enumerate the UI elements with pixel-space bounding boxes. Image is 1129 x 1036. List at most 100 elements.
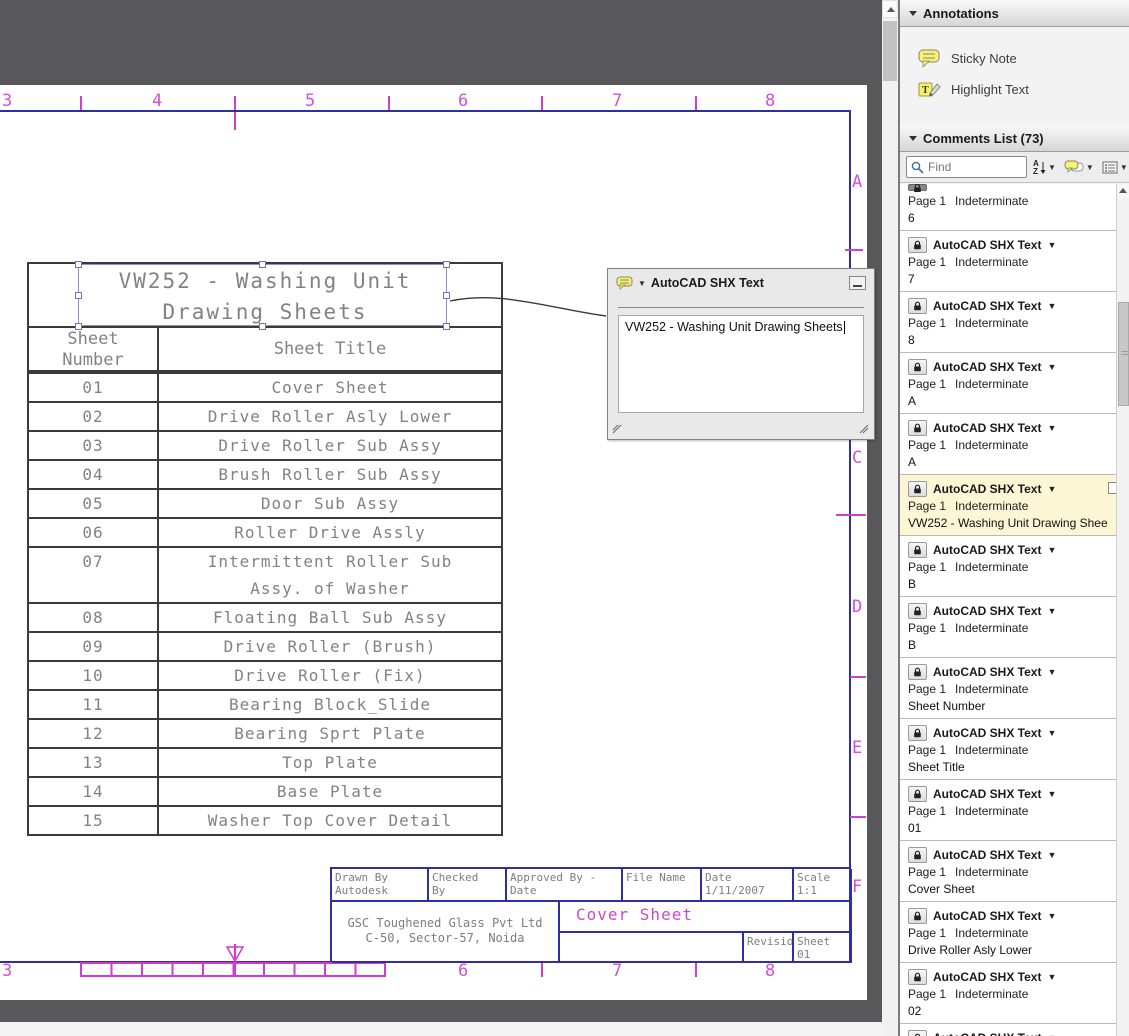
selection-handle[interactable] [443, 292, 450, 299]
comment-value[interactable]: A [908, 455, 1107, 470]
comment-item[interactable]: AutoCAD SHX Text ▼ Page 1Indeterminate C… [900, 841, 1129, 902]
comment-item[interactable]: AutoCAD SHX Text ▼ Page 1Indeterminate 7 [900, 231, 1129, 292]
scroll-up-button[interactable] [1117, 184, 1129, 198]
filter-comments-button[interactable]: ▼ [1062, 158, 1096, 176]
find-box[interactable] [906, 156, 1027, 178]
comment-title[interactable]: AutoCAD SHX Text [933, 787, 1041, 801]
sort-comments-button[interactable]: A Z ▼ [1031, 157, 1058, 177]
selection-handle[interactable] [259, 323, 266, 330]
selection-handle[interactable] [75, 323, 82, 330]
popup-header[interactable]: ▼ AutoCAD SHX Text [608, 269, 874, 297]
lock-icon[interactable] [908, 664, 927, 680]
comment-title[interactable]: AutoCAD SHX Text [933, 848, 1041, 862]
comment-item[interactable]: AutoCAD SHX Text ▼ Page 1Indeterminate V… [900, 475, 1129, 536]
comment-item[interactable]: AutoCAD SHX Text ▼ Page 1Indeterminate S… [900, 658, 1129, 719]
lock-icon[interactable] [908, 359, 927, 375]
scrollbar-thumb[interactable] [1118, 302, 1129, 406]
selection-handle[interactable] [443, 261, 450, 268]
chevron-down-icon[interactable]: ▼ [1047, 1033, 1056, 1036]
selection-handle[interactable] [75, 261, 82, 268]
annotation-popup[interactable]: ▼ AutoCAD SHX Text VW252 - Washing Unit … [607, 268, 875, 440]
comment-value[interactable]: 7 [908, 272, 1107, 287]
annotations-panel-header[interactable]: Annotations [900, 0, 1129, 27]
comment-value[interactable]: Cover Sheet [908, 882, 1107, 897]
comment-item[interactable]: AutoCAD SHX Text ▼ Page 1Indeterminate D… [900, 1024, 1129, 1036]
selection-handle[interactable] [75, 292, 82, 299]
comment-item[interactable]: AutoCAD SHX Text ▼ Page 1Indeterminate S… [900, 719, 1129, 780]
resize-grip[interactable] [612, 423, 623, 434]
comment-item[interactable]: AutoCAD SHX Text ▼ Page 1Indeterminate D… [900, 902, 1129, 963]
comment-value[interactable]: Sheet Number [908, 699, 1107, 714]
horizontal-scrollbar-track[interactable] [0, 1022, 882, 1036]
comment-item[interactable]: AutoCAD SHX Text ▼ Page 1Indeterminate B [900, 536, 1129, 597]
comment-title[interactable]: AutoCAD SHX Text [933, 909, 1041, 923]
scroll-up-button[interactable] [882, 0, 898, 18]
comment-item[interactable]: AutoCAD SHX Text ▼ Page 1Indeterminate 8 [900, 292, 1129, 353]
comment-value[interactable]: 6 [908, 211, 1107, 226]
chevron-down-icon[interactable]: ▼ [1047, 667, 1056, 677]
comment-value[interactable]: 02 [908, 1004, 1107, 1019]
chevron-down-icon[interactable]: ▼ [1047, 362, 1056, 372]
comment-title[interactable]: AutoCAD SHX Text [933, 360, 1041, 374]
chevron-down-icon[interactable]: ▼ [1047, 789, 1056, 799]
comment-value[interactable]: B [908, 638, 1107, 653]
chevron-down-icon[interactable]: ▼ [1047, 728, 1056, 738]
comment-item[interactable]: AutoCAD SHX Text ▼ Page 1Indeterminate A [900, 414, 1129, 475]
comment-value[interactable]: A [908, 394, 1107, 409]
lock-icon[interactable] [908, 969, 927, 985]
comment-item[interactable]: AutoCAD SHX Text ▼ Page 1Indeterminate B [900, 597, 1129, 658]
comment-item[interactable]: AutoCAD SHX Text ▼ Page 1Indeterminate A [900, 353, 1129, 414]
chevron-down-icon[interactable]: ▼ [1047, 240, 1056, 250]
lock-icon[interactable] [908, 725, 927, 741]
comment-title[interactable]: AutoCAD SHX Text [933, 604, 1041, 618]
lock-icon[interactable] [908, 786, 927, 802]
comment-title[interactable]: AutoCAD SHX Text [933, 299, 1041, 313]
lock-icon[interactable] [908, 184, 927, 191]
comment-title[interactable]: AutoCAD SHX Text [933, 1031, 1041, 1036]
lock-icon[interactable] [908, 847, 927, 863]
scrollbar-thumb[interactable] [883, 21, 897, 81]
chevron-down-icon[interactable]: ▼ [1047, 850, 1056, 860]
chevron-down-icon[interactable]: ▼ [1047, 606, 1056, 616]
comment-value[interactable]: Sheet Title [908, 760, 1107, 775]
chevron-down-icon[interactable]: ▼ [1047, 484, 1056, 494]
selection-handle[interactable] [443, 323, 450, 330]
lock-icon[interactable] [908, 542, 927, 558]
sticky-note-tool[interactable]: Sticky Note [900, 43, 1129, 74]
comment-title[interactable]: AutoCAD SHX Text [933, 238, 1041, 252]
comment-title[interactable]: AutoCAD SHX Text [933, 543, 1041, 557]
comment-item[interactable]: AutoCAD SHX Text ▼ Page 1Indeterminate 0… [900, 963, 1129, 1024]
chevron-down-icon[interactable]: ▼ [1047, 911, 1056, 921]
comment-value[interactable]: B [908, 577, 1107, 592]
lock-icon[interactable] [908, 603, 927, 619]
chevron-down-icon[interactable]: ▼ [1047, 972, 1056, 982]
comments-list-header[interactable]: Comments List (73) [900, 125, 1129, 152]
popup-text-area[interactable]: VW252 - Washing Unit Drawing Sheets [618, 315, 864, 413]
comment-item[interactable]: AutoCAD SHX Text ▼ Page 1Indeterminate 0… [900, 780, 1129, 841]
comment-title[interactable]: AutoCAD SHX Text [933, 421, 1041, 435]
options-button[interactable]: ▼ [1100, 159, 1129, 176]
comment-value[interactable]: 8 [908, 333, 1107, 348]
comment-item[interactable]: AutoCAD SHX Text ▼ Page 1Indeterminate 6 [900, 184, 1129, 231]
selection-handle[interactable] [259, 261, 266, 268]
lock-icon[interactable] [908, 298, 927, 314]
find-input[interactable] [928, 160, 1026, 174]
comment-value[interactable]: Drive Roller Asly Lower [908, 943, 1107, 958]
chevron-down-icon[interactable]: ▼ [638, 279, 646, 288]
comment-value[interactable]: 01 [908, 821, 1107, 836]
comment-title[interactable]: AutoCAD SHX Text [933, 970, 1041, 984]
chevron-down-icon[interactable]: ▼ [1047, 423, 1056, 433]
comment-value[interactable]: VW252 - Washing Unit Drawing Sheets [908, 516, 1107, 531]
minimize-button[interactable] [849, 276, 866, 290]
main-vertical-scrollbar[interactable] [882, 0, 898, 1036]
annotation-selection-rect[interactable] [78, 264, 447, 326]
comment-title[interactable]: AutoCAD SHX Text [933, 726, 1041, 740]
comment-title[interactable]: AutoCAD SHX Text [933, 665, 1041, 679]
comments-scrollbar[interactable] [1116, 184, 1129, 1036]
chevron-down-icon[interactable]: ▼ [1047, 545, 1056, 555]
resize-grip[interactable] [859, 423, 870, 434]
lock-icon[interactable] [908, 237, 927, 253]
lock-icon[interactable] [908, 420, 927, 436]
comment-title[interactable]: AutoCAD SHX Text [933, 482, 1041, 496]
lock-icon[interactable] [908, 481, 927, 497]
